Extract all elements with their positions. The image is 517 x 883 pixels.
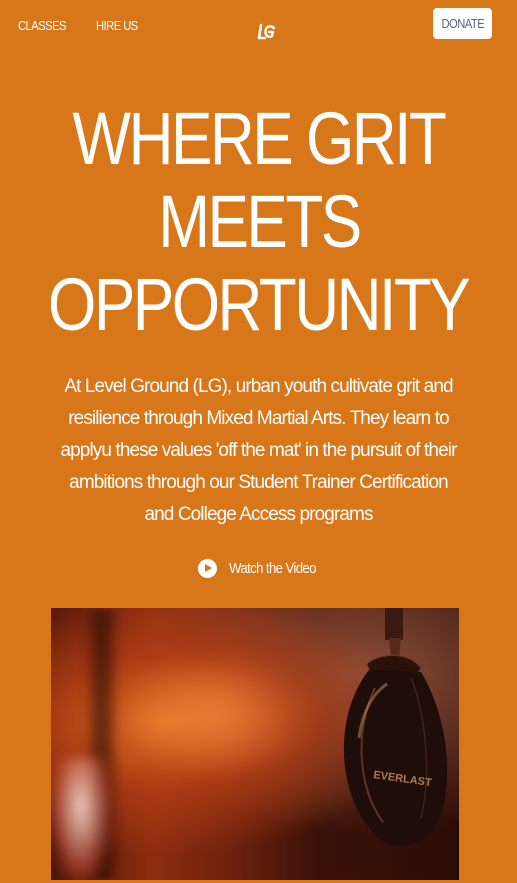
nav-link-classes[interactable]: CLASSES bbox=[18, 18, 66, 33]
photo-glove bbox=[51, 758, 111, 880]
hero-headline: WHERE GRIT MEETS OPPORTUNITY bbox=[0, 97, 517, 346]
watch-video-label: Watch the Video bbox=[229, 559, 317, 577]
watch-video-link[interactable]: Watch the Video bbox=[198, 555, 328, 581]
headline-line-2: MEETS bbox=[157, 180, 362, 263]
hero-description: At Level Ground (LG), urban youth cultiv… bbox=[60, 376, 457, 525]
donate-button[interactable]: DONATE bbox=[433, 8, 492, 39]
top-nav: CLASSES HIRE US DONATE bbox=[0, 0, 517, 56]
headline-line-1: WHERE GRIT bbox=[72, 97, 447, 180]
play-circle-icon bbox=[198, 558, 217, 578]
lg-logo-icon[interactable] bbox=[257, 22, 277, 42]
speed-bag-icon: EVERLAST bbox=[343, 608, 448, 847]
headline-line-3: OPPORTUNITY bbox=[48, 263, 471, 346]
donate-button-label: DONATE bbox=[441, 16, 484, 31]
nav-link-hire-us[interactable]: HIRE US bbox=[96, 18, 138, 33]
hero-photo: EVERLAST bbox=[51, 608, 459, 880]
